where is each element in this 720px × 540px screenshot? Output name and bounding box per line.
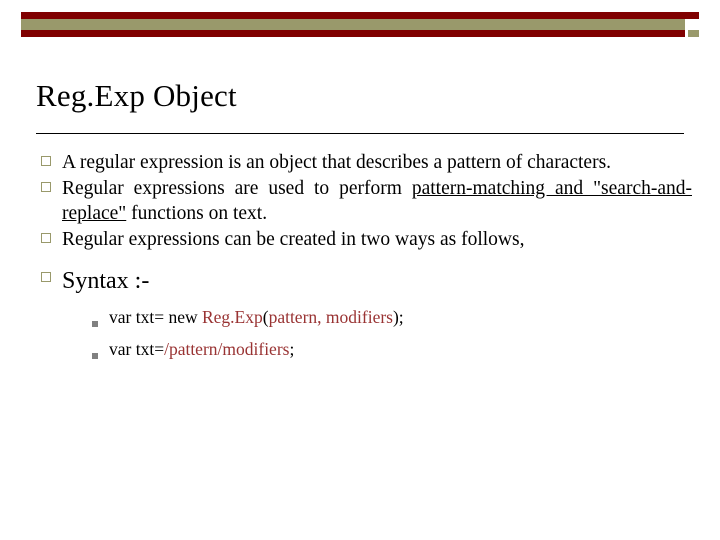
bullet-text-2: Regular expressions are used to perform …	[62, 176, 692, 226]
list-item: Regular expressions are used to perform …	[36, 176, 692, 226]
top-banner	[0, 0, 720, 46]
syntax-1-segment-3: pattern, modifiers	[268, 307, 393, 327]
bullet-2-segment-0: Regular expressions are used to perform	[62, 178, 412, 199]
sub-bullet-marker	[36, 306, 109, 332]
syntax-2-segment-1: /pattern/modifiers	[164, 339, 290, 359]
title-divider	[36, 133, 684, 134]
syntax-2-segment-2: ;	[289, 339, 295, 359]
bullet-1-segment-0: A regular expression is an object that d…	[62, 152, 612, 173]
syntax-2-segment-0: var txt=	[109, 339, 165, 359]
banner-bar-maroon-bottom	[21, 30, 685, 37]
sub-bullet-marker	[36, 338, 109, 364]
hollow-square-icon	[41, 156, 51, 166]
syntax-label: Syntax :-	[62, 268, 150, 294]
hollow-square-icon	[41, 233, 51, 243]
bullet-2-segment-2: functions on text.	[126, 203, 268, 224]
bullet-marker	[36, 266, 62, 282]
banner-notch-olive	[688, 30, 699, 37]
list-item: var txt= new Reg.Exp(pattern, modifiers)…	[36, 306, 692, 332]
hollow-square-icon	[41, 272, 51, 282]
banner-notch-white	[688, 19, 699, 30]
bullet-text-3: Regular expressions can be created in tw…	[62, 227, 692, 252]
list-item: var txt=/pattern/modifiers;	[36, 338, 692, 364]
banner-bar-olive	[21, 19, 685, 30]
bullet-text-1: A regular expression is an object that d…	[62, 150, 692, 175]
slide: Reg.Exp Object A regular expression is a…	[0, 0, 720, 540]
list-item: Regular expressions can be created in tw…	[36, 227, 692, 252]
list-item: A regular expression is an object that d…	[36, 150, 692, 175]
syntax-1-segment-4: );	[392, 307, 404, 327]
bullet-marker	[36, 227, 62, 243]
syntax-line-2: var txt=/pattern/modifiers;	[109, 338, 692, 361]
slide-body: A regular expression is an object that d…	[36, 150, 692, 370]
syntax-line-1: var txt= new Reg.Exp(pattern, modifiers)…	[109, 306, 692, 329]
bullet-3-segment-0: Regular expressions can be created in tw…	[62, 229, 525, 250]
syntax-sublist: var txt= new Reg.Exp(pattern, modifiers)…	[36, 306, 692, 364]
banner-bar-maroon-top	[21, 12, 699, 19]
syntax-1-segment-0: var txt= new	[109, 307, 202, 327]
bullet-marker	[36, 150, 62, 166]
list-item-syntax: Syntax :-	[36, 266, 692, 296]
page-title: Reg.Exp Object	[36, 78, 237, 113]
filled-square-icon	[92, 321, 98, 327]
hollow-square-icon	[41, 182, 51, 192]
syntax-1-segment-1: Reg.Exp	[201, 307, 263, 327]
bullet-marker	[36, 176, 62, 192]
filled-square-icon	[92, 353, 98, 359]
